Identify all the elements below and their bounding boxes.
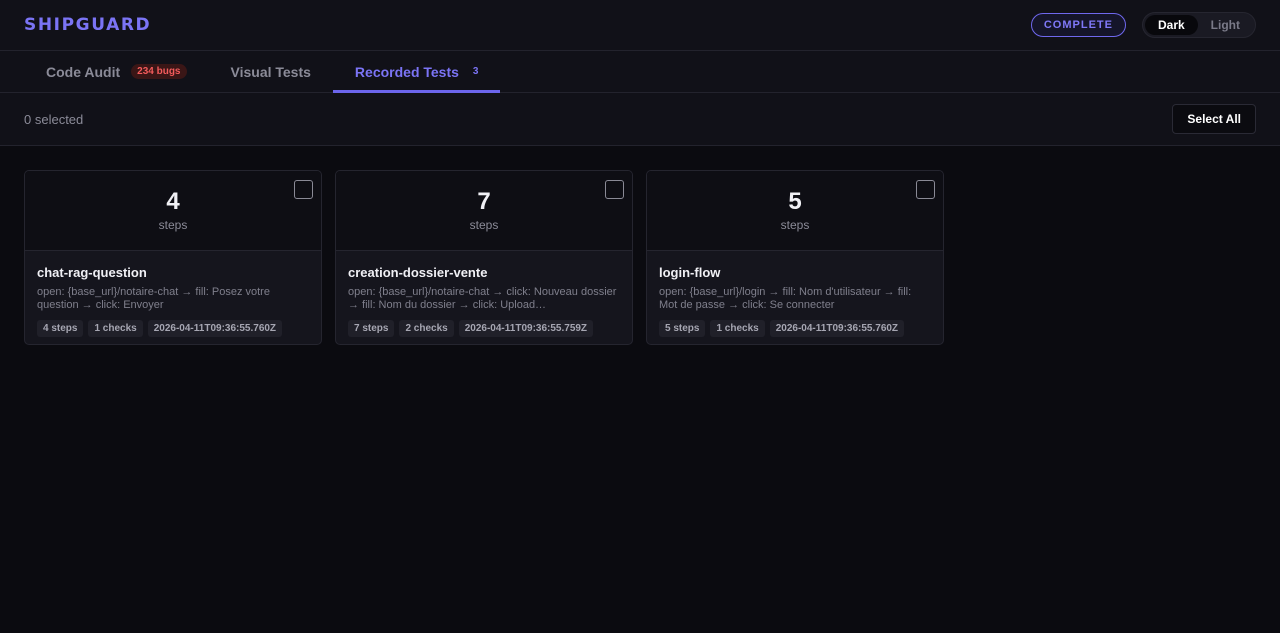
tab-code-audit[interactable]: Code Audit 234 bugs	[24, 51, 209, 92]
test-name: login-flow	[659, 265, 721, 280]
tab-label: Recorded Tests	[354, 63, 459, 80]
test-card-grid: 4 steps chat-rag-question open: {base_ur…	[0, 146, 1280, 369]
theme-light-option[interactable]: Light	[1198, 15, 1253, 35]
test-description: open: {base_url}/notaire-chat → click: N…	[348, 286, 617, 311]
header-actions: COMPLETE Dark Light	[1030, 12, 1256, 38]
test-card[interactable]: 4 steps chat-rag-question open: {base_ur…	[24, 170, 322, 345]
test-description: open: {base_url}/login → fill: Nom d'uti…	[659, 286, 912, 311]
selection-toolbar: 0 selected Select All	[0, 93, 1280, 146]
card-step-summary: 7 steps	[336, 171, 632, 251]
tab-label: Code Audit	[46, 63, 121, 80]
test-name: chat-rag-question	[37, 265, 147, 280]
step-count-label: steps	[780, 218, 810, 232]
app-logo: SHIPGUARD	[24, 15, 152, 35]
card-body: login-flow open: {base_url}/login → fill…	[647, 251, 943, 337]
step-count-label: steps	[158, 218, 188, 232]
tab-bar: Code Audit 234 bugs Visual Tests Recorde…	[0, 51, 1280, 93]
card-meta-chips: 7 steps 2 checks 2026-04-11T09:36:55.759…	[348, 320, 620, 337]
card-select-checkbox[interactable]	[294, 180, 313, 199]
card-meta-chips: 4 steps 1 checks 2026-04-11T09:36:55.760…	[37, 320, 309, 337]
checks-chip: 1 checks	[710, 320, 765, 337]
timestamp-chip: 2026-04-11T09:36:55.759Z	[458, 320, 594, 337]
step-count: 5	[788, 188, 802, 215]
recorded-count-badge: 3	[472, 66, 479, 77]
tab-visual-tests[interactable]: Visual Tests	[209, 51, 333, 92]
step-count: 7	[477, 188, 491, 215]
select-all-button[interactable]: Select All	[1172, 104, 1256, 134]
checks-chip: 1 checks	[88, 320, 143, 337]
test-name: creation-dossier-vente	[348, 265, 488, 280]
timestamp-chip: 2026-04-11T09:36:55.760Z	[147, 320, 283, 337]
theme-dark-option[interactable]: Dark	[1144, 15, 1198, 35]
steps-chip: 4 steps	[37, 320, 84, 337]
step-count: 4	[166, 188, 180, 215]
steps-chip: 5 steps	[659, 320, 706, 337]
card-meta-chips: 5 steps 1 checks 2026-04-11T09:36:55.760…	[659, 320, 931, 337]
card-select-checkbox[interactable]	[605, 180, 624, 199]
bug-count-badge: 234 bugs	[131, 64, 187, 79]
checks-chip: 2 checks	[399, 320, 454, 337]
theme-toggle[interactable]: Dark Light	[1141, 12, 1256, 38]
test-card[interactable]: 5 steps login-flow open: {base_url}/logi…	[646, 170, 944, 345]
card-select-checkbox[interactable]	[916, 180, 935, 199]
app-header: SHIPGUARD COMPLETE Dark Light	[0, 0, 1280, 51]
steps-chip: 7 steps	[348, 320, 395, 337]
test-description: open: {base_url}/notaire-chat → fill: Po…	[37, 286, 270, 311]
status-badge: COMPLETE	[1030, 13, 1126, 37]
timestamp-chip: 2026-04-11T09:36:55.760Z	[769, 320, 905, 337]
step-count-label: steps	[469, 218, 499, 232]
card-body: chat-rag-question open: {base_url}/notai…	[25, 251, 321, 337]
card-step-summary: 5 steps	[647, 171, 943, 251]
card-step-summary: 4 steps	[25, 171, 321, 251]
card-body: creation-dossier-vente open: {base_url}/…	[336, 251, 632, 337]
test-card[interactable]: 7 steps creation-dossier-vente open: {ba…	[335, 170, 633, 345]
tab-label: Visual Tests	[230, 63, 311, 80]
tab-recorded-tests[interactable]: Recorded Tests 3	[332, 51, 501, 93]
selected-count: 0 selected	[24, 111, 84, 127]
